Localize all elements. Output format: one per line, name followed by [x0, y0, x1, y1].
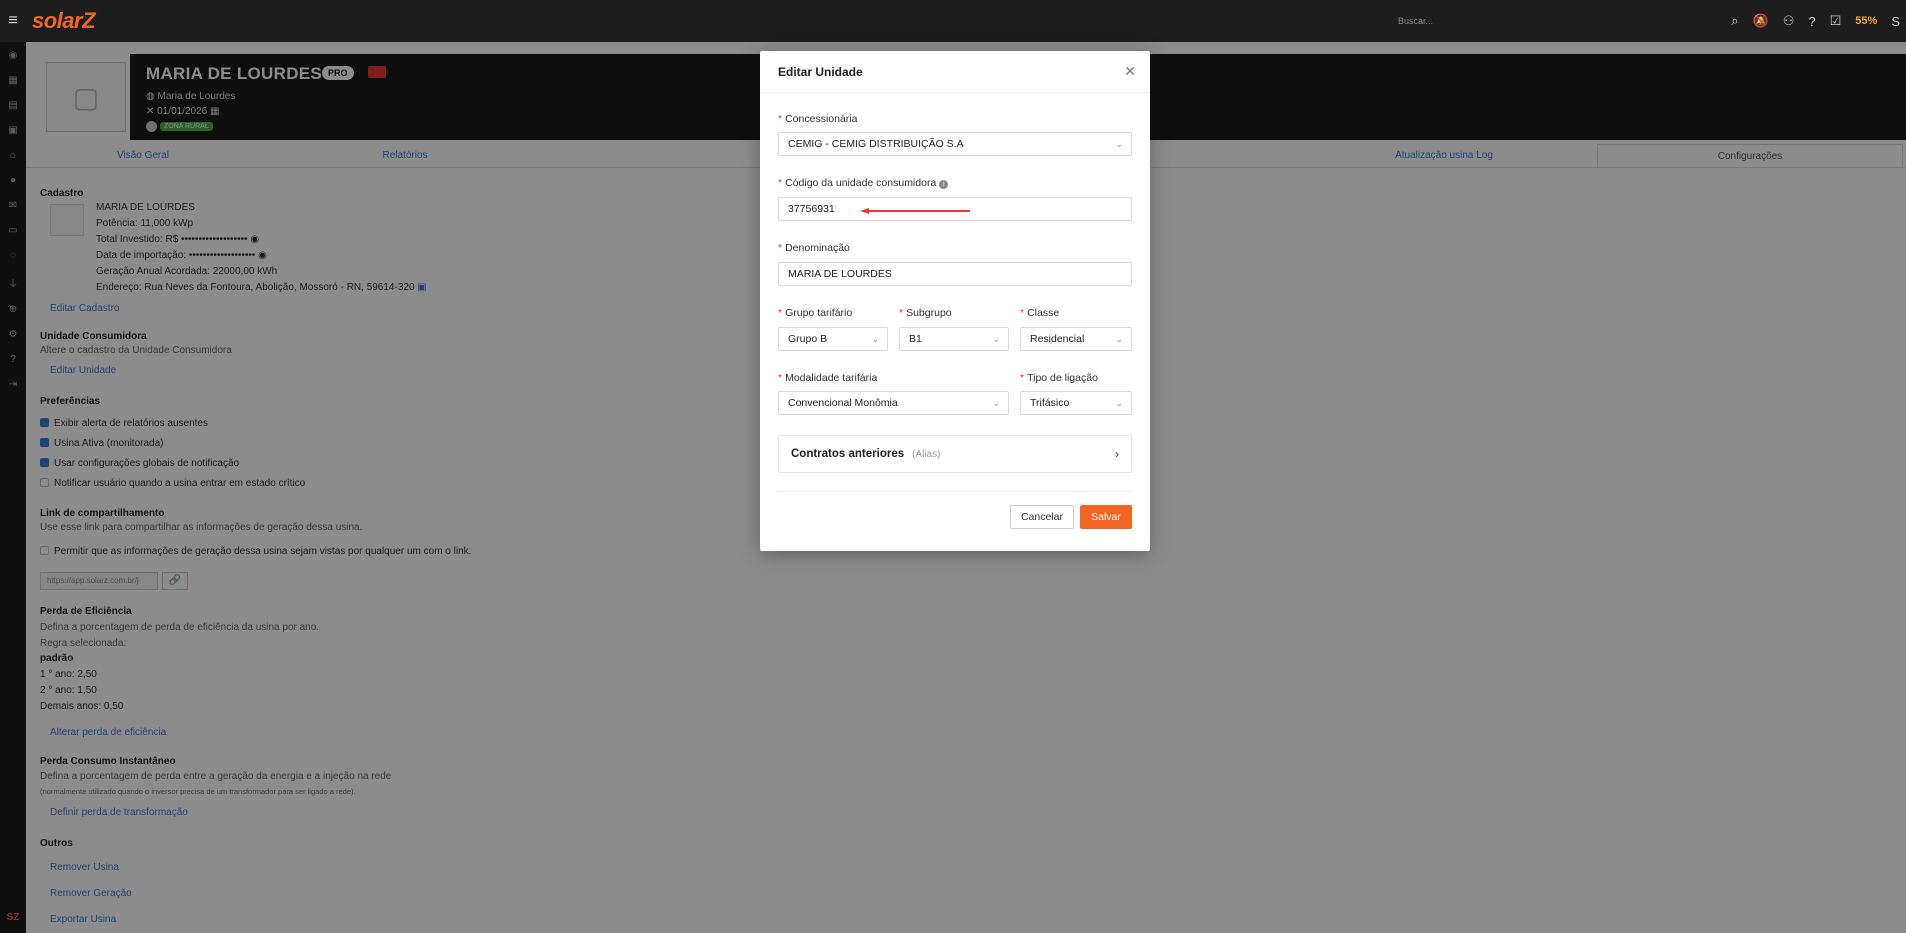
bell-off-icon[interactable]: 🔕	[1753, 13, 1769, 29]
cancel-button[interactable]: Cancelar	[1010, 505, 1074, 529]
denominacao-input[interactable]: MARIA DE LOURDES	[778, 262, 1132, 286]
chevron-down-icon: ⌄	[1115, 139, 1123, 149]
top-icons: ⌕ 🔕 ⚇ ? ☑ 55% S	[1731, 0, 1906, 42]
chevron-down-icon: ⌄	[992, 398, 1000, 408]
chevron-down-icon: ⌄	[1115, 398, 1123, 408]
subgrupo-label: * Subgrupo	[899, 307, 952, 319]
help-icon[interactable]: ?	[1808, 14, 1815, 29]
search-icon[interactable]: ⌕	[1731, 13, 1738, 29]
checklist-icon[interactable]: ☑	[1830, 13, 1842, 29]
menu-icon[interactable]: ≡	[0, 12, 26, 30]
contratos-anteriores-panel[interactable]: Contratos anteriores (Alias) ›	[778, 435, 1132, 473]
modalidade-select[interactable]: Convencional Monômia ⌄	[778, 391, 1009, 415]
concessionaria-label: * Concessionária	[778, 113, 858, 125]
ligacao-select[interactable]: Trifásico ⌄	[1020, 391, 1132, 415]
user-icon[interactable]: ⚇	[1783, 13, 1795, 29]
save-button[interactable]: Salvar	[1080, 505, 1132, 529]
contratos-title: Contratos anteriores	[791, 448, 905, 460]
search-input[interactable]: Buscar...	[1392, 10, 1692, 32]
modal-title: Editar Unidade	[778, 64, 863, 79]
chevron-down-icon: ⌄	[992, 334, 1000, 344]
battery-status[interactable]: 55%	[1855, 15, 1877, 27]
modal-header: Editar Unidade ✕	[760, 51, 1150, 93]
classe-label: * Classe	[1020, 307, 1060, 319]
annotation-arrow-icon	[860, 208, 970, 214]
grupo-label: * Grupo tarifário	[778, 307, 853, 319]
contratos-subtitle: (Alias)	[912, 448, 941, 460]
modal-divider	[778, 491, 1132, 492]
profile-logo-icon[interactable]: S	[1891, 14, 1900, 29]
concessionaria-select[interactable]: CEMIG - CEMIG DISTRIBUIÇÃO S.A ⌄	[778, 132, 1132, 156]
modalidade-label: * Modalidade tarifária	[778, 372, 878, 384]
edit-unit-modal: Editar Unidade ✕ * Concessionária CEMIG -…	[760, 51, 1150, 551]
codigo-label: * Código da unidade consumidora i	[778, 177, 949, 189]
subgrupo-select[interactable]: B1 ⌄	[899, 327, 1009, 351]
classe-select[interactable]: Residencial ⌄	[1020, 327, 1132, 351]
ligacao-label: * Tipo de ligação	[1020, 372, 1098, 384]
close-icon[interactable]: ✕	[1124, 63, 1136, 80]
chevron-down-icon: ⌄	[1115, 334, 1123, 344]
denominacao-label: * Denominação	[778, 242, 850, 254]
info-icon[interactable]: i	[939, 180, 949, 189]
brand-logo[interactable]: solarZ	[32, 8, 96, 34]
grupo-select[interactable]: Grupo B ⌄	[778, 327, 888, 351]
top-bar: ≡ solarZ Buscar... ⌕ 🔕 ⚇ ? ☑ 55% S	[0, 0, 1906, 42]
chevron-down-icon: ⌄	[871, 334, 879, 344]
chevron-right-icon: ›	[1115, 447, 1119, 461]
